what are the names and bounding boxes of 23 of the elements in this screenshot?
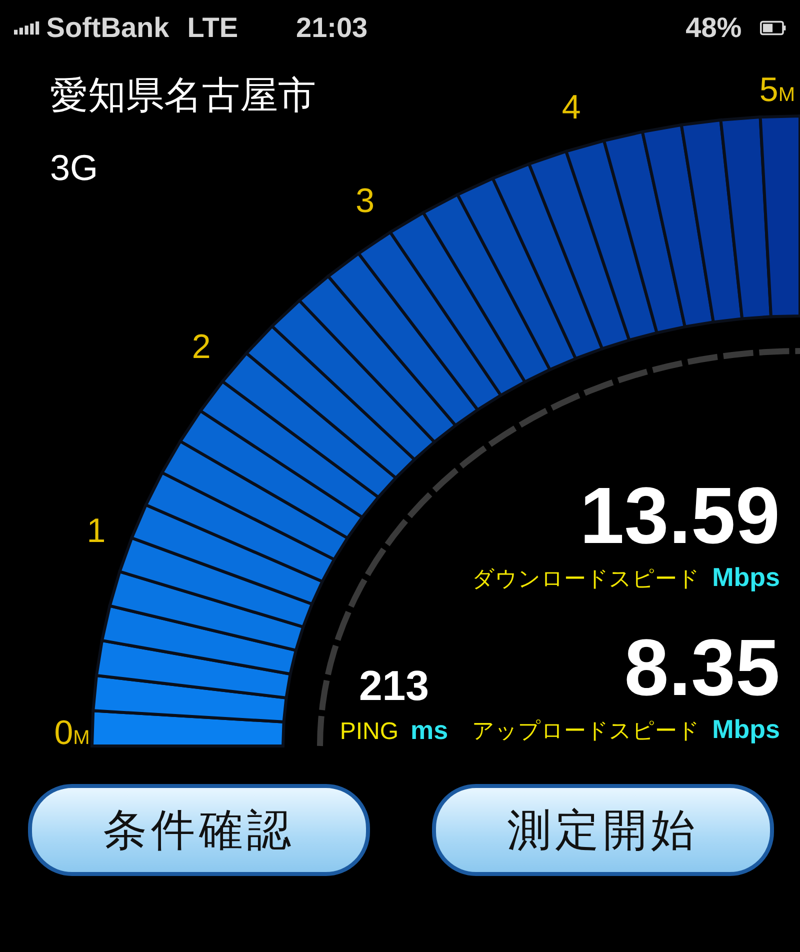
carrier-name: SoftBank (46, 12, 170, 44)
location-label: 愛知県名古屋市 (50, 74, 316, 119)
tick-label: 2 (192, 328, 211, 366)
speed-unit: Mbps (712, 562, 780, 593)
speed-label: アップロードスピード (472, 717, 700, 745)
ping-label: PING (340, 718, 399, 746)
ping-value: 213 (358, 662, 430, 709)
clock: 21:03 (296, 12, 368, 44)
network-type: LTE (187, 12, 238, 44)
action-button[interactable]: 測定開始 (432, 784, 774, 876)
tick-label: 1 (86, 512, 106, 550)
action-button[interactable]: 条件確認 (28, 784, 370, 876)
connection-type: 3G (50, 147, 98, 189)
speed-label: ダウンロードスピード (472, 565, 700, 593)
speed-value: 8.35 (624, 628, 780, 708)
tick-label: 3 (356, 182, 374, 220)
battery-percent: 48% (686, 12, 742, 44)
tick-label: 0M (54, 714, 90, 752)
tick-label: 5M (759, 71, 795, 109)
speed-unit: Mbps (712, 714, 780, 745)
ping-unit: ms (410, 715, 448, 746)
tick-label: 4 (562, 88, 581, 126)
speed-value: 13.59 (580, 476, 780, 556)
